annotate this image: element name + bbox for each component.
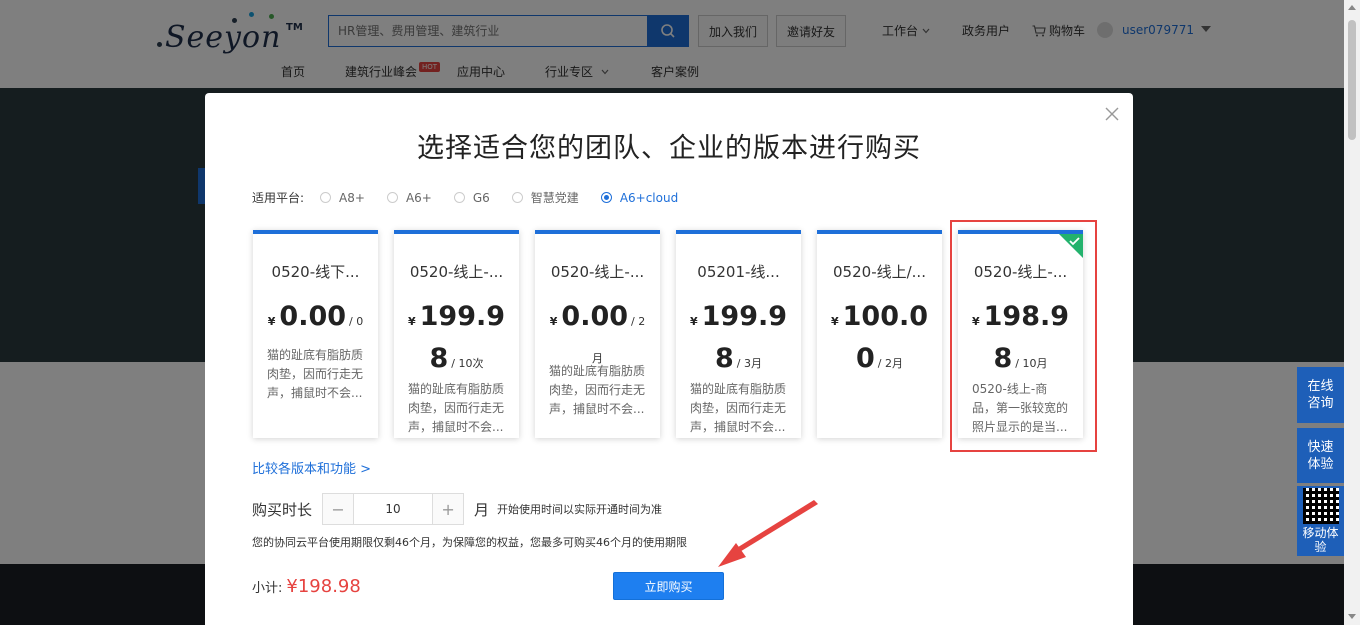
price-amount: 0.00 (279, 301, 347, 332)
radio-circle (453, 192, 465, 203)
duration-note: 开始使用时间以实际开通时间为准 (497, 503, 663, 516)
buy-now-button[interactable]: 立即购买 (613, 572, 724, 600)
subtotal: 小计: ¥198.98 (252, 576, 361, 597)
close-button[interactable] (1105, 107, 1119, 121)
plan-card[interactable]: 0520-线上-... ¥0.00/ 2月 猫的趾底有脂肪质肉垫，因而行走无声，… (535, 230, 660, 438)
selection-highlight-frame (950, 220, 1097, 452)
platform-radio-g6[interactable]: G6 (453, 190, 490, 205)
page-scrollbar[interactable] (1344, 0, 1360, 625)
plan-price: ¥0.00/ 0 (265, 298, 366, 340)
purchase-modal: 选择适合您的团队、企业的版本进行购买 适用平台: A8+ A6+ G6 智慧党建… (205, 93, 1133, 625)
platform-radio-a6plus[interactable]: A6+ (386, 190, 432, 205)
plan-name: 0520-线上/... (833, 263, 926, 281)
currency-symbol: ¥ (407, 315, 416, 328)
plan-description: 猫的趾底有脂肪质肉垫，因而行走无声，捕鼠时不会... (549, 364, 646, 416)
scroll-thumb[interactable] (1348, 20, 1356, 140)
radio-circle (511, 192, 523, 203)
quick-trial-button[interactable]: 快速 体验 (1297, 428, 1344, 483)
plan-price: ¥199.98/ 10次 (406, 298, 507, 382)
price-unit: / 2月 (877, 357, 903, 370)
plan-description: 猫的趾底有脂肪质肉垫，因而行走无声，捕鼠时不会... (267, 348, 364, 400)
radio-circle (600, 192, 612, 203)
usage-period-tip: 您的协同云平台使用期限仅剩46个月，为保障您的权益，您最多可购买46个月的使用期… (252, 536, 687, 549)
radio-circle (386, 192, 398, 203)
radio-label: A8+ (339, 190, 365, 205)
plan-card[interactable]: 05201-线... ¥199.98/ 3月 猫的趾底有脂肪质肉垫，因而行走无声… (676, 230, 801, 438)
scroll-down-arrow[interactable] (1348, 614, 1356, 619)
subtotal-value: ¥198.98 (286, 576, 361, 597)
plan-description: 猫的趾底有脂肪质肉垫，因而行走无声，捕鼠时不会... (408, 382, 505, 434)
plan-name: 0520-线下... (271, 263, 360, 281)
plan-name: 0520-线上-... (409, 263, 504, 281)
plan-name: 0520-线上-... (550, 263, 645, 281)
platform-radio-a6plus-cloud[interactable]: A6+cloud (600, 190, 679, 205)
increment-button[interactable]: + (433, 494, 464, 524)
online-consult-button[interactable]: 在线 咨询 (1297, 367, 1344, 423)
duration-stepper: − + (322, 493, 465, 525)
duration-input[interactable] (353, 494, 434, 524)
plan-name: 05201-线... (697, 263, 780, 281)
radio-label: G6 (472, 190, 490, 205)
month-unit-label: 月 (474, 500, 490, 519)
close-icon (1105, 107, 1119, 121)
currency-symbol: ¥ (549, 315, 558, 328)
platform-selector: 适用平台: A8+ A6+ G6 智慧党建 A6+cloud (252, 189, 700, 206)
duration-label: 购买时长 (252, 500, 313, 519)
radio-circle (320, 192, 332, 203)
radio-label: A6+ (405, 190, 432, 205)
mobile-trial-label: 移动体验 (1302, 526, 1339, 554)
price-unit: / 10次 (451, 357, 484, 370)
qr-code (1302, 488, 1339, 524)
platform-radio-smart-party[interactable]: 智慧党建 (511, 189, 579, 206)
plan-card[interactable]: 0520-线上-... ¥199.98/ 10次 猫的趾底有脂肪质肉垫，因而行走… (394, 230, 519, 438)
duration-row: 购买时长 − + 月 开始使用时间以实际开通时间为准 (252, 493, 662, 525)
currency-symbol: ¥ (267, 315, 276, 328)
currency-symbol: ¥ (689, 315, 698, 328)
mobile-trial-button[interactable]: 移动体验 (1297, 486, 1344, 556)
scroll-up-arrow[interactable] (1348, 5, 1356, 10)
price-unit: / 0 (349, 315, 364, 328)
radio-label: 智慧党建 (530, 191, 579, 205)
subtotal-label: 小计: (252, 581, 283, 596)
plan-description: 猫的趾底有脂肪质肉垫，因而行走无声，捕鼠时不会... (690, 382, 787, 434)
radio-label: A6+cloud (619, 190, 679, 205)
price-unit: / 3月 (736, 357, 762, 370)
compare-versions-link[interactable]: 比较各版本和功能 > (252, 458, 371, 477)
price-amount: 0.00 (561, 301, 629, 332)
currency-symbol: ¥ (830, 315, 839, 328)
decrement-button[interactable]: − (323, 494, 354, 524)
plan-card[interactable]: 0520-线下... ¥0.00/ 0 猫的趾底有脂肪质肉垫，因而行走无声，捕鼠… (253, 230, 378, 438)
plan-price: ¥100.00/ 2月 (829, 298, 930, 382)
plan-card[interactable]: 0520-线上/... ¥100.00/ 2月 (817, 230, 942, 438)
platform-radio-a8plus[interactable]: A8+ (320, 191, 365, 205)
modal-title: 选择适合您的团队、企业的版本进行购买 (417, 133, 921, 164)
plan-price: ¥199.98/ 3月 (688, 298, 789, 382)
platform-label: 适用平台: (252, 191, 305, 205)
